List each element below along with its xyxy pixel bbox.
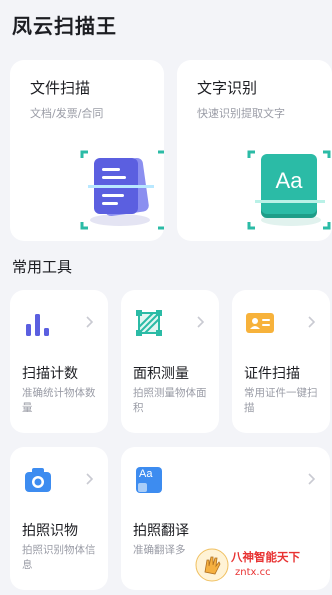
area-measure-icon [136,310,162,336]
camera-icon [25,468,51,492]
text-recognition-card[interactable]: 文字识别 快速识别提取文字 Aa [177,60,332,241]
app-title: 凤云扫描王 [12,14,117,38]
chevron-right-icon [86,473,94,485]
translate-icon-label: Aa [139,468,153,480]
file-scan-card[interactable]: 文件扫描 文档/发票/合同 [10,60,164,241]
tool-photo-recognize-subtitle: 拍照识别物体信息 [22,544,96,571]
tool-scan-count[interactable]: 扫描计数 准确统计物体数量 [10,290,108,433]
text-recognition-title: 文字识别 [197,79,258,97]
chevron-right-icon [308,316,316,328]
tool-id-scan-title: 证件扫描 [244,366,300,382]
text-recognition-subtitle: 快速识别提取文字 [197,107,285,120]
watermark: 八神智能天下 zntx.cc [191,545,321,585]
tool-scan-count-title: 扫描计数 [22,366,78,382]
tool-id-scan[interactable]: 证件扫描 常用证件一键扫描 [232,290,330,433]
text-recognition-icon: Aa [247,148,331,232]
tool-photo-recognize-title: 拍照识物 [22,523,78,539]
bar-chart-icon [26,314,49,336]
chevron-right-icon [308,473,316,485]
tool-photo-translate-title: 拍照翻译 [133,523,189,539]
tool-area-measure-subtitle: 拍照测量物体面积 [133,387,207,414]
file-scan-subtitle: 文档/发票/合同 [30,107,104,120]
file-scan-title: 文件扫描 [30,79,91,97]
tool-scan-count-subtitle: 准确统计物体数量 [22,387,96,414]
tool-area-measure-title: 面积测量 [133,366,189,382]
document-scan-icon [80,150,164,230]
text-recognition-icon-label: Aa [275,168,303,193]
id-card-icon [246,313,274,333]
watermark-title: 八神智能天下 [231,550,300,564]
watermark-url: zntx.cc [235,567,271,578]
chevron-right-icon [197,316,205,328]
tool-area-measure[interactable]: 面积测量 拍照测量物体面积 [121,290,219,433]
tool-photo-recognize[interactable]: 拍照识物 拍照识别物体信息 [10,447,108,590]
translate-icon: Aa [134,465,164,495]
tool-id-scan-subtitle: 常用证件一键扫描 [244,387,318,414]
section-title: 常用工具 [12,258,73,276]
hand-logo-icon [195,548,229,582]
chevron-right-icon [86,316,94,328]
